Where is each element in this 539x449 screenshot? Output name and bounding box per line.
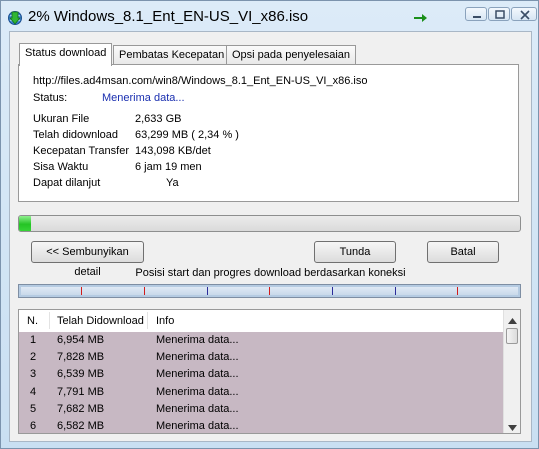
- connection-progress-marker: [207, 287, 208, 295]
- status-value: Menerima data...: [102, 92, 185, 104]
- cell-info: Menerima data...: [156, 419, 239, 432]
- connection-start-marker: [144, 287, 145, 295]
- tab-speed-limiter[interactable]: Pembatas Kecepatan: [113, 45, 231, 65]
- time-remaining-value: 6 jam 19 men: [135, 161, 202, 173]
- column-header-info[interactable]: Info: [156, 315, 174, 327]
- tab-status-download[interactable]: Status download: [19, 43, 113, 66]
- download-window: 2% Windows_8.1_Ent_EN-US_VI_x86.iso Stat…: [0, 0, 539, 449]
- table-header: N. Telah Didownload Info: [19, 310, 505, 332]
- cell-number: 3: [30, 368, 37, 381]
- close-button[interactable]: [511, 7, 537, 21]
- table-row[interactable]: 2 7,828 MB Menerima data...: [19, 349, 505, 367]
- table-row[interactable]: 6 6,582 MB Menerima data...: [19, 417, 505, 433]
- file-size-value: 2,633 GB: [135, 113, 182, 125]
- status-panel: http://files.ad4msan.com/win8/Windows_8.…: [18, 64, 519, 202]
- green-arrow-icon[interactable]: [414, 13, 428, 23]
- table-scrollbar[interactable]: [503, 310, 520, 433]
- transfer-speed-label: Kecepatan Transfer: [33, 145, 130, 157]
- cancel-button[interactable]: Batal: [427, 241, 499, 263]
- title-bar[interactable]: 2% Windows_8.1_Ent_EN-US_VI_x86.iso: [1, 1, 539, 33]
- connection-start-marker: [81, 287, 82, 295]
- scroll-up-arrow-icon[interactable]: [508, 315, 517, 324]
- pause-button[interactable]: Tunda: [314, 241, 396, 263]
- connection-progress-marker: [395, 287, 396, 295]
- scroll-down-arrow-icon[interactable]: [508, 422, 517, 431]
- cell-downloaded: 7,791 MB: [57, 385, 105, 398]
- client-area: Status download Pembatas Kecepatan Opsi …: [9, 31, 532, 442]
- connection-start-marker: [457, 287, 458, 295]
- maximize-button[interactable]: [488, 7, 510, 21]
- downloaded-value: 63,299 MB ( 2,34 % ): [135, 129, 239, 141]
- download-url: http://files.ad4msan.com/win8/Windows_8.…: [33, 75, 368, 87]
- table-rows: 1 6,954 MB Menerima data... 2 7,828 MB Meneri…: [19, 332, 505, 433]
- window-title: 2% Windows_8.1_Ent_EN-US_VI_x86.iso: [28, 8, 309, 25]
- transfer-speed-value: 143,098 KB/det: [135, 145, 211, 157]
- column-header-downloaded[interactable]: Telah Didownload: [57, 315, 144, 327]
- download-progress-bar: [18, 215, 521, 232]
- cell-info: Menerima data...: [156, 402, 239, 415]
- download-globe-icon: [7, 10, 23, 26]
- cell-downloaded: 6,954 MB: [57, 334, 105, 346]
- scrollbar-thumb[interactable]: [506, 328, 518, 344]
- connections-caption: Posisi start dan progres download berdas…: [135, 267, 406, 279]
- tab-completion-options[interactable]: Opsi pada penyelesaian: [226, 45, 357, 65]
- connections-table: N. Telah Didownload Info 1 6,954 MB Meneri…: [18, 309, 521, 434]
- cell-info: Menerima data...: [156, 368, 239, 381]
- resume-value: Ya: [166, 177, 179, 189]
- cell-info: Menerima data...: [156, 334, 239, 346]
- cell-downloaded: 6,582 MB: [57, 419, 105, 432]
- file-size-label: Ukuran File: [33, 113, 90, 125]
- cell-number: 2: [30, 351, 37, 364]
- downloaded-label: Telah didownload: [33, 129, 119, 141]
- cell-number: 1: [30, 334, 37, 346]
- progress-fill: [19, 216, 31, 231]
- hide-details-button[interactable]: << Sembunyikan detail: [31, 241, 144, 278]
- time-remaining-label: Sisa Waktu: [33, 161, 89, 173]
- cell-info: Menerima data...: [156, 385, 239, 398]
- table-row[interactable]: 1 6,954 MB Menerima data...: [19, 332, 505, 350]
- connection-start-marker: [269, 287, 270, 295]
- cell-info: Menerima data...: [156, 351, 239, 364]
- resume-label: Dapat dilanjut: [33, 177, 101, 189]
- cell-number: 5: [30, 402, 37, 415]
- table-row[interactable]: 5 7,682 MB Menerima data...: [19, 400, 505, 418]
- connection-progress-marker: [332, 287, 333, 295]
- cell-number: 6: [30, 419, 37, 432]
- cell-downloaded: 7,828 MB: [57, 351, 105, 364]
- minimize-button[interactable]: [465, 7, 487, 21]
- table-row[interactable]: 3 6,539 MB Menerima data...: [19, 366, 505, 384]
- cell-downloaded: 6,539 MB: [57, 368, 105, 381]
- table-row[interactable]: 4 7,791 MB Menerima data...: [19, 383, 505, 401]
- column-header-number[interactable]: N.: [27, 315, 38, 327]
- status-label: Status:: [33, 92, 68, 104]
- cell-number: 4: [30, 385, 37, 398]
- connection-progress-bar: [18, 284, 521, 298]
- cell-downloaded: 7,682 MB: [57, 402, 105, 415]
